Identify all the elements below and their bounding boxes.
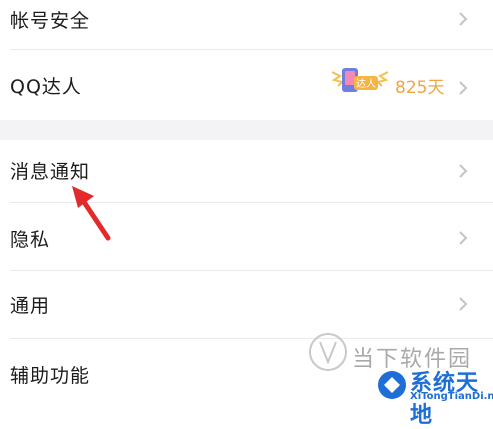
settings-item-label: 帐号安全: [10, 10, 91, 32]
settings-item-label: 隐私: [10, 229, 51, 251]
chevron-right-icon: [459, 297, 468, 311]
settings-item-label: 辅助功能: [10, 365, 91, 387]
settings-item-general[interactable]: 通用: [0, 271, 493, 338]
red-arrow-icon: [72, 186, 111, 241]
qq-daren-badge-icon: 达人: [331, 68, 389, 92]
chevron-right-icon: [459, 81, 468, 95]
chevron-right-icon: [459, 164, 468, 178]
badge-text: 达人: [356, 78, 376, 90]
chevron-right-icon: [459, 231, 468, 245]
section-gap: [0, 120, 493, 140]
settings-item-account-security[interactable]: 帐号安全: [0, 0, 493, 42]
chevron-right-icon: [459, 12, 468, 26]
settings-item-label: 通用: [10, 295, 51, 317]
watermark-url: XiTongTianDi.net: [410, 391, 493, 402]
qq-daren-days: 825天: [395, 78, 445, 98]
settings-item-label: 消息通知: [10, 161, 91, 183]
settings-item-label: QQ达人: [10, 76, 82, 98]
